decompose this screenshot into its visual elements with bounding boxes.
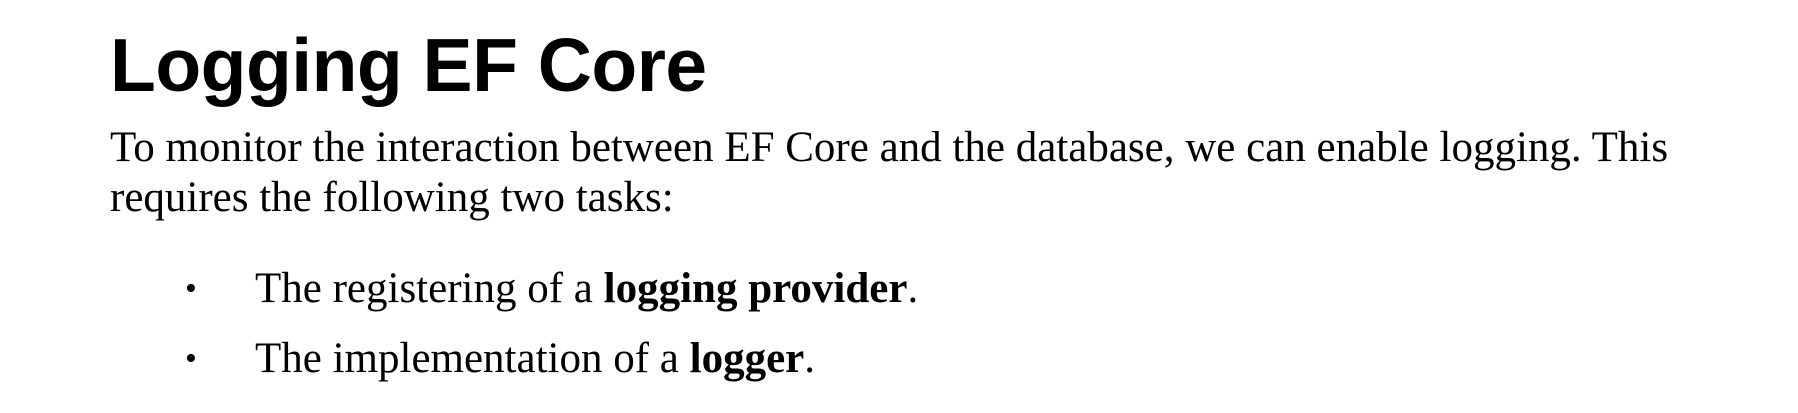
section-heading: Logging EF Core bbox=[110, 23, 707, 107]
list-item-prefix: The registering of a bbox=[255, 265, 604, 312]
intro-paragraph-line-1: To monitor the interaction between EF Co… bbox=[110, 124, 1669, 171]
list-item-bold: logger bbox=[689, 335, 805, 382]
list-item-suffix: . bbox=[907, 265, 919, 312]
list-item-text: The implementation of a logger. bbox=[255, 334, 815, 384]
bullet-icon: • bbox=[185, 270, 197, 307]
list-item-prefix: The implementation of a bbox=[255, 335, 690, 382]
bullet-icon: • bbox=[185, 340, 197, 377]
list-item-suffix: . bbox=[804, 335, 816, 382]
list-item-text: The registering of a logging provider. bbox=[255, 264, 918, 314]
list-item-bold: logging provider bbox=[603, 265, 908, 312]
intro-paragraph: To monitor the interaction between EF Co… bbox=[110, 123, 1790, 223]
intro-paragraph-line-2: requires the following two tasks: bbox=[110, 174, 674, 221]
